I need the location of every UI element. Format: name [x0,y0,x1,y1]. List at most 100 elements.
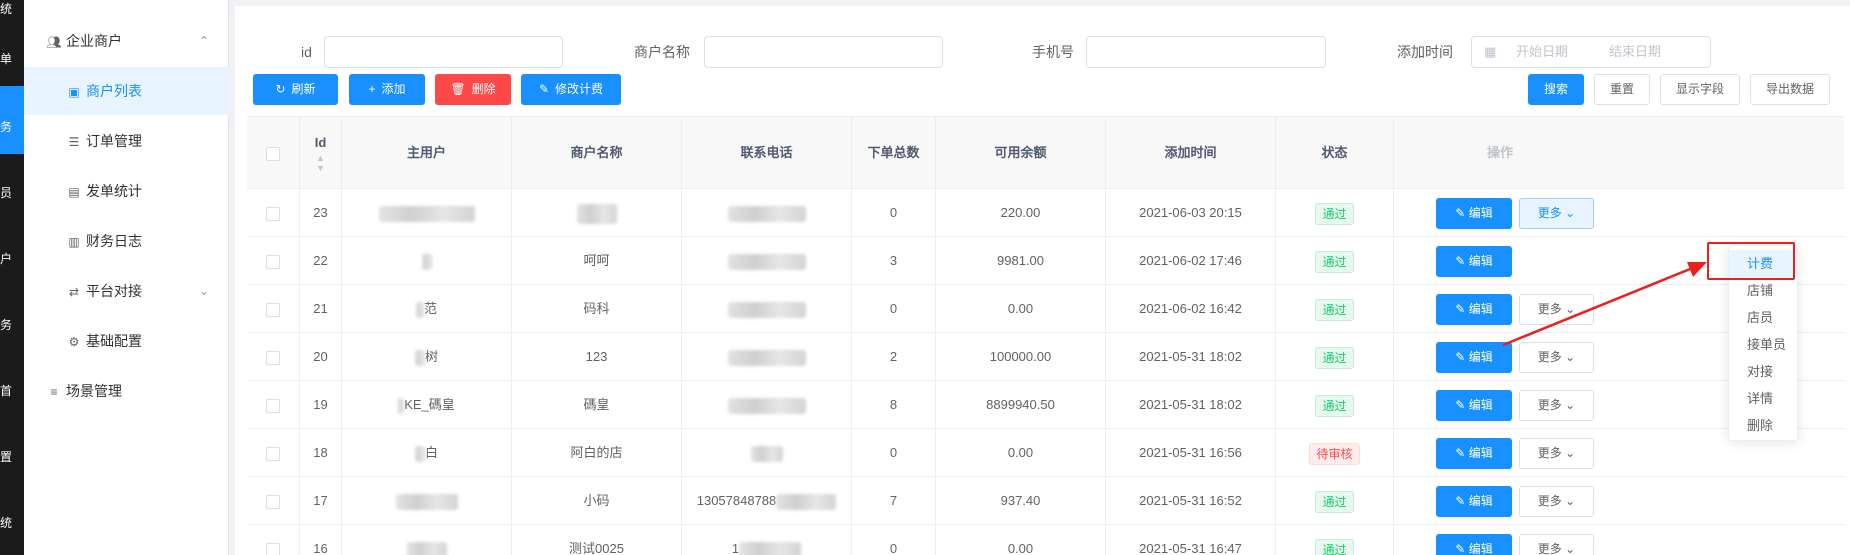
row-checkbox[interactable] [266,398,280,413]
dropdown-item-details[interactable]: 详情 [1729,385,1797,412]
cell-main-user: KE_碼皇 [342,381,512,429]
main-nav-item[interactable]: 户 [0,252,24,266]
more-button[interactable]: 更多 ⌄ [1519,198,1594,229]
dropdown-item-shop[interactable]: 店铺 [1729,277,1797,304]
cell-phone [682,285,852,333]
refresh-button[interactable]: ↻ 刷新 [253,74,338,105]
date-range-picker[interactable]: ▦ 开始日期 结束日期 [1471,36,1711,68]
row-checkbox[interactable] [266,254,280,269]
main-nav-item[interactable]: 员 [0,186,24,200]
phone-input[interactable] [1086,36,1326,68]
more-button[interactable]: 更多 ⌄ [1519,390,1594,421]
cell-added-time: 2021-05-31 16:56 [1106,429,1276,477]
dropdown-item-staff[interactable]: 店员 [1729,304,1797,331]
status-badge: 通过 [1315,202,1354,225]
show-fields-button[interactable]: 显示字段 [1660,74,1740,105]
header-id[interactable]: Id ▲ ▼ [300,117,342,189]
dropdown-item-courier[interactable]: 接单员 [1729,331,1797,358]
annotation-arrow-icon [1502,262,1707,347]
cell-status: 通过 [1276,333,1394,381]
main-nav-item[interactable]: 务 [0,318,24,332]
table-header: Id ▲ ▼ 主用户 商户名称 联系电话 下单总数 可用余额 添加时间 状态 操作 [247,116,1844,189]
redacted-blur [421,253,432,270]
cell-phone: 1 [682,525,852,555]
search-button[interactable]: 搜索 [1528,74,1584,105]
edit-button[interactable]: ✎ 编辑 [1436,390,1512,421]
sidebar-item-order-management[interactable]: ☰ 订单管理 [24,117,229,165]
edit-button[interactable]: ✎ 编辑 [1436,486,1512,517]
row-checkbox-cell [247,333,300,381]
sidebar-item-scene-management[interactable]: ≡ 场景管理 [24,367,229,415]
delete-button[interactable]: 🗑︎ 删除 [435,74,511,105]
select-all-checkbox[interactable] [266,146,280,161]
cell-added-time: 2021-05-31 18:02 [1106,381,1276,429]
edit-button[interactable]: ✎ 编辑 [1436,534,1512,555]
cell-id: 20 [300,333,342,381]
gear-icon: ⚙ [68,335,80,349]
row-checkbox[interactable] [266,446,280,461]
cell-actions: ✎ 编辑 更多 ⌄ [1394,189,1606,237]
table-row[interactable]: 18 白阿白的店 0 0.00 2021-05-31 16:56 待审核 ✎ 编辑 更多 ⌄ [247,429,1844,477]
row-checkbox[interactable] [266,206,280,221]
cell-main-user [342,477,512,525]
main-nav-item[interactable]: 单 [0,52,24,66]
chevron-down-icon: ⌄ [198,284,209,298]
row-checkbox[interactable] [266,542,280,555]
chevron-down-icon: ⌄ [1561,398,1576,412]
more-button[interactable]: 更多 ⌄ [1519,534,1594,555]
export-button[interactable]: 导出数据 [1750,74,1830,105]
sort-icon[interactable]: ▲ ▼ [300,153,341,173]
sidebar-item-merchant-list[interactable]: ▣ 商户列表 [24,67,229,115]
dropdown-item-delete[interactable]: 删除 [1729,412,1797,439]
cell-order-total: 0 [852,525,936,555]
table-row[interactable]: 23 0 220.00 2021-06-03 20:15 通过 ✎ 编辑 更多 ⌄ [247,189,1844,237]
table-row[interactable]: 16 测试0025 1 0 0.00 2021-05-31 16:47 通过 ✎ 编辑 更多 ⌄ [247,525,1844,555]
row-checkbox[interactable] [266,302,280,317]
cell-merchant-name: 测试0025 [512,525,682,555]
table-row[interactable]: 19 KE_碼皇 碼皇 8 8899940.50 2021-05-31 18:02 通过 ✎ … [247,381,1844,429]
redacted-blur [750,445,783,462]
cell-balance: 0.00 [936,525,1106,555]
main-nav-item[interactable]: 统 [0,2,24,16]
status-badge: 通过 [1315,538,1354,555]
redacted-blur [414,445,425,462]
main-nav-item[interactable]: 置 [0,450,24,464]
row-checkbox[interactable] [266,494,280,509]
redacted-blur [398,397,405,414]
sidebar-item-platform-integration[interactable]: ⇄ 平台对接 ⌄ [24,267,229,315]
add-button[interactable]: + 添加 [349,74,425,105]
pencil-icon: ✎ [538,82,550,96]
table-row[interactable]: 17 小码 13057848788 7 937.40 2021-05-31 16:52 通过… [247,477,1844,525]
end-date-input[interactable]: 结束日期 [1609,37,1661,67]
edit-button[interactable]: ✎ 编辑 [1436,198,1512,229]
merchant-name-input[interactable] [704,36,943,68]
edit-fee-button[interactable]: ✎ 修改计费 [521,74,621,105]
more-button[interactable]: 更多 ⌄ [1519,486,1594,517]
main-nav-item[interactable]: 务 [0,120,24,134]
cell-added-time: 2021-06-02 16:42 [1106,285,1276,333]
main-nav-item[interactable]: 统 [0,516,24,530]
cell-added-time: 2021-05-31 16:52 [1106,477,1276,525]
cell-phone [682,381,852,429]
sidebar-item-enterprise-merchants[interactable]: 👥︎ 企业商户 ⌃ [24,17,229,65]
sidebar-item-finance-log[interactable]: ▥ 财务日志 [24,217,229,265]
edit-button[interactable]: ✎ 编辑 [1436,438,1512,469]
cell-merchant-name: 码科 [512,285,682,333]
more-button[interactable]: 更多 ⌄ [1519,438,1594,469]
sidebar-item-order-stats[interactable]: ▤ 发单统计 [24,167,229,215]
id-input[interactable] [324,36,563,68]
user-card-icon: ▣ [68,85,80,99]
pencil-icon: ✎ [1455,206,1469,220]
sidebar-item-basic-config[interactable]: ⚙ 基础配置 [24,317,229,365]
main-nav-item[interactable]: 首 [0,384,24,398]
chevron-down-icon: ⌄ [1561,206,1576,220]
calendar-icon: ▦ [1484,44,1497,59]
start-date-input[interactable]: 开始日期 [1516,37,1568,67]
reset-button[interactable]: 重置 [1594,74,1650,105]
dropdown-item-integration[interactable]: 对接 [1729,358,1797,385]
row-checkbox[interactable] [266,350,280,365]
header-main-user: 主用户 [342,117,512,189]
row-checkbox-cell [247,285,300,333]
redacted-blur [576,203,617,224]
merchant-name-label: 商户名称 [634,44,690,60]
